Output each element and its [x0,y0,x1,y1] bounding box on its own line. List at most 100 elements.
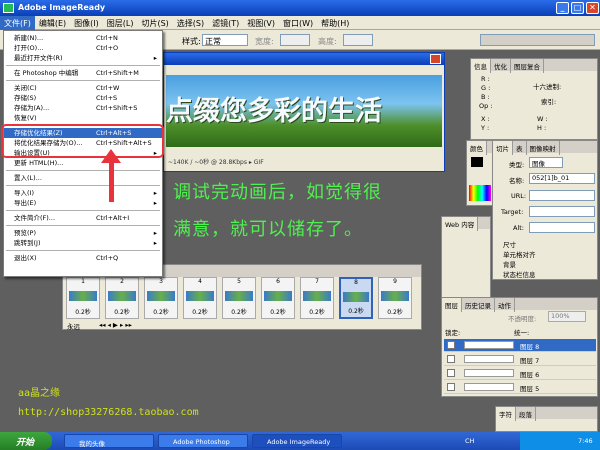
menu-item-new[interactable]: 新建(N)... Ctrl+N [4,33,162,43]
menu-item-edit-in-photoshop[interactable]: 在 Photoshop 中编辑 Ctrl+Shift+M [4,68,162,78]
eye-icon[interactable] [447,355,455,363]
slice-target-field[interactable] [529,206,595,217]
section-status-info[interactable]: 状态栏信息 [503,269,536,279]
menu-item-update-html[interactable]: 更新 HTML(H)... [4,158,162,168]
frame-delay[interactable]: 0.2秒 [379,307,411,316]
slice-alt-field[interactable] [529,222,595,233]
menu-image[interactable]: 图像(I) [70,16,103,31]
animation-frame-selected[interactable]: 8 0.2秒 [339,277,373,319]
menu-filter[interactable]: 滤镜(T) [208,16,243,31]
language-indicator[interactable]: CH [465,437,474,445]
play-controls[interactable]: ◂◂ ◂ ▶ ▸ ▸▸ [99,321,132,329]
frame-delay[interactable]: 0.2秒 [106,307,138,316]
menu-item-place[interactable]: 置入(L)... [4,173,162,183]
animation-frame[interactable]: 6 0.2秒 [261,277,295,319]
layer-row[interactable]: 图层 5 [444,381,596,394]
menu-item-export[interactable]: 导出(E) ▸ [4,198,162,208]
taskbar-item-photoshop[interactable]: Adobe Photoshop [158,434,248,448]
maximize-button[interactable]: □ [571,2,584,14]
animation-frame[interactable]: 7 0.2秒 [300,277,334,319]
eye-icon[interactable] [447,369,455,377]
character-panel: 字符 段落 [495,406,598,432]
menu-window[interactable]: 窗口(W) [279,16,317,31]
loop-select[interactable]: 永远 [67,321,80,331]
menu-item-exit[interactable]: 退出(X) Ctrl+Q [4,253,162,263]
tab-history[interactable]: 历史记录 [462,298,495,312]
tab-web-content[interactable]: Web 内容 [442,217,479,231]
tab-slice[interactable]: 切片 [493,141,513,155]
tab-layer-comps[interactable]: 图层复合 [511,59,544,73]
taskbar-item-imageready[interactable]: Adobe ImageReady [252,434,342,448]
frame-delay[interactable]: 0.2秒 [341,306,371,315]
document-window: 点缀您多彩的生活 ~140K / ~0秒 @ 28.8Kbps ▸ GIF [163,52,445,172]
style-select[interactable]: 正常 [202,34,248,46]
width-field[interactable] [280,34,310,46]
tab-color[interactable]: 颜色 [467,141,487,155]
close-button[interactable]: ✕ [586,2,599,14]
menu-item-save[interactable]: 存储(S) Ctrl+S [4,93,162,103]
menu-item-close[interactable]: 关闭(C) Ctrl+W [4,83,162,93]
taskbar-item-folder[interactable]: 我的头像 [64,434,154,448]
menu-item-recent[interactable]: 最近打开文件(R) ▸ [4,53,162,63]
eye-icon[interactable] [447,341,455,349]
menu-item-open[interactable]: 打开(O)... Ctrl+O [4,43,162,53]
tab-image-map[interactable]: 图像映射 [527,141,560,155]
frame-delay[interactable]: 0.2秒 [184,307,216,316]
tab-actions[interactable]: 动作 [495,298,515,312]
frame-delay[interactable]: 0.2秒 [223,307,255,316]
slice-type-select[interactable]: 图像 [529,157,563,168]
animation-frame[interactable]: 5 0.2秒 [222,277,256,319]
tab-character[interactable]: 字符 [496,407,516,421]
slice-name-field[interactable]: 052[1]b_01 [529,173,595,184]
tab-info[interactable]: 信息 [471,59,491,73]
menu-select[interactable]: 选择(S) [173,16,208,31]
opacity-field[interactable]: 100% [548,311,586,322]
tab-optimize[interactable]: 优化 [491,59,511,73]
app-title: Adobe ImageReady [18,3,106,12]
frame-delay[interactable]: 0.2秒 [145,307,177,316]
slice-url-field[interactable] [529,190,595,201]
menu-item-revert[interactable]: 恢复(V) [4,113,162,123]
start-button[interactable]: 开始 [0,432,52,450]
section-cell-align[interactable]: 单元格对齐 [503,249,536,259]
layer-row[interactable]: 图层 7 [444,353,596,366]
animation-frame[interactable]: 1 0.2秒 [66,277,100,319]
layer-row-selected[interactable]: 图层 8 [444,339,596,352]
highlight-box [1,124,164,158]
animation-frame[interactable]: 3 0.2秒 [144,277,178,319]
menu-file[interactable]: 文件(F) [0,16,35,31]
animation-frame[interactable]: 4 0.2秒 [183,277,217,319]
tab-table[interactable]: 表 [513,141,527,155]
minimize-button[interactable]: _ [556,2,569,14]
info-y-label: Y : [481,124,490,132]
section-background[interactable]: 背景 [503,259,516,269]
menu-help[interactable]: 帮助(H) [317,16,353,31]
frame-delay[interactable]: 0.2秒 [262,307,294,316]
frame-delay[interactable]: 0.2秒 [67,307,99,316]
slice-panel: 切片表图像映射 类型: 图像 名称: 052[1]b_01 URL: Targe… [492,140,598,280]
layers-panel: 图层 历史记录 动作 不透明度: 100% 锁定: 统一: 图层 8 图层 7 图层… [441,297,598,397]
frame-delay[interactable]: 0.2秒 [301,307,333,316]
height-field[interactable] [343,34,373,46]
menu-item-jump-to[interactable]: 跳转到(J) ▸ [4,238,162,248]
menu-item-file-info[interactable]: 文件简介(F)... Ctrl+Alt+I [4,213,162,223]
menu-layer[interactable]: 图层(L) [103,16,138,31]
animation-frame[interactable]: 2 0.2秒 [105,277,139,319]
info-panel: 信息 优化 图层复合 R : G : B : Op : 十六进制: 索引: X : … [470,58,598,140]
menu-slice[interactable]: 切片(S) [137,16,172,31]
eye-icon[interactable] [447,383,455,391]
menu-item-preview[interactable]: 预览(P) ▸ [4,228,162,238]
tab-layers[interactable]: 图层 [442,298,462,312]
layer-row[interactable]: 图层 6 [444,367,596,380]
menu-edit[interactable]: 编辑(E) [35,16,70,31]
menu-view[interactable]: 视图(V) [243,16,279,31]
color-ramp[interactable] [469,185,491,201]
tab-paragraph[interactable]: 段落 [516,407,536,421]
menu-item-save-as[interactable]: 存储为(A)... Ctrl+Shift+S [4,103,162,113]
foreground-swatch[interactable] [471,157,483,167]
section-size[interactable]: 尺寸 [503,239,516,249]
document-close-icon[interactable] [430,54,441,64]
menu-item-import[interactable]: 导入(I) ▸ [4,188,162,198]
palette-well[interactable] [480,34,595,46]
animation-frame[interactable]: 9 0.2秒 [378,277,412,319]
